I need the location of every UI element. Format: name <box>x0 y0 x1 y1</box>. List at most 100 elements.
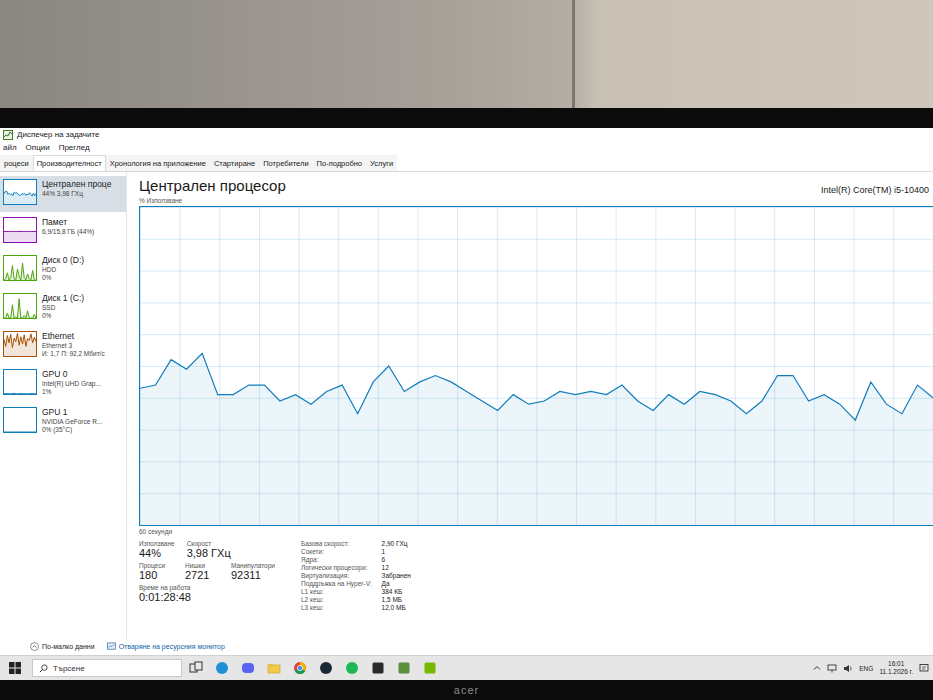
sparkline-chart <box>3 217 37 243</box>
resource-monitor-label: Отваряне на ресурсния монитор <box>119 643 225 650</box>
file-explorer-button[interactable] <box>262 657 286 679</box>
cpu-model: Intel(R) Core(TM) i5-10400 <box>821 185 929 195</box>
tab[interactable]: Потребители <box>259 155 312 171</box>
sparkline-line <box>4 191 36 196</box>
volume-icon[interactable] <box>843 664 853 673</box>
menu-item[interactable]: Преглед <box>59 143 90 152</box>
task-manager-icon <box>3 130 13 140</box>
detail-value: 6 <box>382 556 411 564</box>
task-manager-button[interactable] <box>392 657 416 679</box>
nvidia-icon <box>423 661 437 675</box>
stat-label: Скорост <box>187 540 231 547</box>
sparkline-chart <box>3 255 37 281</box>
spotify-icon <box>345 661 359 675</box>
input-language[interactable]: ENG <box>859 665 873 672</box>
resource-monitor-link[interactable]: Отваряне на ресурсния монитор <box>107 642 225 651</box>
chrome-button[interactable] <box>288 657 312 679</box>
steam-icon <box>319 661 333 675</box>
detail-label: Поддръжка на Hyper-V: <box>301 580 372 588</box>
sidebar-item-text: Диск 1 (C:)SSD0% <box>42 293 84 320</box>
task-view-icon <box>189 661 203 675</box>
magnifier-icon <box>39 664 48 673</box>
photo: Диспечер на задачите айл Опции Преглед роцес… <box>0 0 933 700</box>
fewer-details-label: По-малко данни <box>42 643 95 650</box>
detail-value: 1,5 МБ <box>382 596 411 604</box>
content: Централен проце44% 3,98 ГХцПамет6,9/15,8… <box>0 172 933 639</box>
collapse-chevron-icon <box>30 642 39 651</box>
sidebar-item-text: GPU 1NVIDIA GeForce R...0% (35°C) <box>42 407 102 434</box>
panel-header: Централен процесорIntel(R) Core(TM) i5-1… <box>139 177 933 195</box>
sidebar-item[interactable]: Централен проце44% 3,98 ГХц <box>0 176 126 212</box>
fewer-details-button[interactable]: По-малко данни <box>30 642 95 651</box>
stat-value: 44% <box>139 547 175 559</box>
footer: По-малко данни Отваряне на ресурсния мони… <box>0 639 933 655</box>
sparkline-chart <box>3 369 37 395</box>
stat-value: 3,98 ГХц <box>187 547 231 559</box>
tab[interactable]: роцеси <box>0 155 33 171</box>
axis-label: % Използване <box>139 197 933 204</box>
detail-label: Виртуализация: <box>301 572 372 580</box>
sidebar-item-name: GPU 1 <box>42 407 102 418</box>
sidebar-item-detail: И: 1,7 П: 92,2 Мбит/с <box>42 350 105 358</box>
steam-button[interactable] <box>314 657 338 679</box>
nvidia-button[interactable] <box>418 657 442 679</box>
monitor-bezel: acer <box>0 680 933 700</box>
screen: Диспечер на задачите айл Опции Преглед роцес… <box>0 128 933 680</box>
detail-label: Сокети: <box>301 548 372 556</box>
stat: Процеси180 <box>139 562 173 581</box>
network-icon[interactable] <box>827 664 837 673</box>
tab[interactable]: Стартиране <box>210 155 259 171</box>
sparkline-line <box>4 231 36 232</box>
sidebar-item[interactable]: Диск 1 (C:)SSD0% <box>0 290 126 326</box>
sparkline-chart <box>3 407 37 433</box>
menu-item[interactable]: Опции <box>26 143 50 152</box>
stat-value: 0:01:28:48 <box>139 591 191 603</box>
task-view-button[interactable] <box>184 657 208 679</box>
sidebar-item[interactable]: Диск 0 (D:)HDD0% <box>0 252 126 288</box>
clock[interactable]: 16:0111.1.2026 г. <box>879 660 913 676</box>
notifications-icon[interactable] <box>919 663 929 673</box>
sparkline-chart <box>3 293 37 319</box>
detail-label: L2 кеш: <box>301 596 372 604</box>
tab[interactable]: По-подробно <box>313 155 366 171</box>
start-button[interactable] <box>0 662 30 674</box>
stat-label: Време на работа <box>139 584 191 591</box>
sparkline-line <box>4 432 36 433</box>
detail-value: Да <box>382 580 411 588</box>
tab[interactable]: Производителност <box>33 155 106 171</box>
sidebar-item[interactable]: GPU 1NVIDIA GeForce R...0% (35°C) <box>0 404 126 440</box>
stat-label: Нишки <box>185 562 219 569</box>
sidebar-item-detail: 44% 3,98 ГХц <box>42 190 111 198</box>
tab[interactable]: Хронология на приложение <box>106 155 210 171</box>
sidebar-item-detail: 6,9/15,8 ГБ (44%) <box>42 228 94 236</box>
sidebar-item-detail: Intel(R) UHD Grap... <box>42 380 101 388</box>
tab[interactable]: Услуги <box>366 155 397 171</box>
sparkline-area <box>4 432 36 433</box>
sidebar-item[interactable]: Памет6,9/15,8 ГБ (44%) <box>0 214 126 250</box>
title-bar: Диспечер на задачите <box>0 128 933 141</box>
epic-games-button[interactable] <box>366 657 390 679</box>
sidebar-item[interactable]: EthernetEthernet 3И: 1,7 П: 92,2 Мбит/с <box>0 328 126 364</box>
cpu-details: Базова скорост:2,90 ГХцСокети:1Ядра:6Лог… <box>301 540 411 639</box>
sparkline-line <box>4 333 36 347</box>
stat-row: Използване44%Скорост3,98 ГХц <box>139 540 275 559</box>
sidebar-item-name: Централен проце <box>42 179 111 190</box>
spotify-button[interactable] <box>340 657 364 679</box>
search-box[interactable]: Търсене <box>32 659 182 677</box>
stat: Време на работа0:01:28:48 <box>139 584 191 603</box>
sidebar-item-text: Централен проце44% 3,98 ГХц <box>42 179 111 198</box>
menu-bar: айл Опции Преглед <box>0 141 933 153</box>
sparkline-area <box>4 231 36 242</box>
discord-button[interactable] <box>236 657 260 679</box>
chevron-up-icon[interactable] <box>813 664 821 672</box>
sidebar-item-name: GPU 0 <box>42 369 101 380</box>
sidebar-item-detail: 0% <box>42 312 84 320</box>
monitor-logo: acer <box>454 684 479 696</box>
menu-item[interactable]: айл <box>3 143 17 152</box>
wall-seam <box>572 0 575 108</box>
system-tray: ENG 16:0111.1.2026 г. <box>813 660 929 676</box>
sparkline-area <box>4 393 36 395</box>
sidebar-item[interactable]: GPU 0Intel(R) UHD Grap...1% <box>0 366 126 402</box>
edge-button[interactable] <box>210 657 234 679</box>
sidebar-item-text: Памет6,9/15,8 ГБ (44%) <box>42 217 94 236</box>
